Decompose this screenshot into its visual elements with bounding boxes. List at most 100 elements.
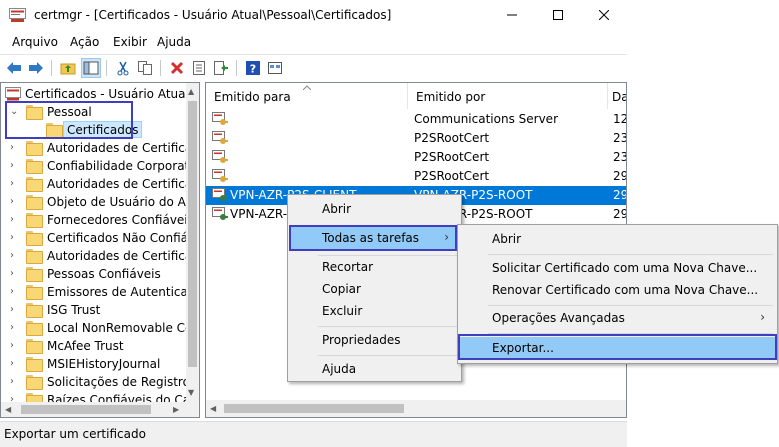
expand-icon[interactable]: › [10,358,20,370]
maximize-button[interactable] [535,0,581,30]
expand-icon[interactable]: › [10,376,20,388]
column-data[interactable]: Da [608,83,626,109]
cell-date: 23 [613,131,627,145]
minimize-button[interactable] [489,0,535,30]
scroll-left-icon[interactable]: ◀ [5,405,11,415]
context-menu-recortar[interactable]: Recortar [290,256,459,278]
context-menu-ajuda[interactable]: Ajuda [290,358,459,380]
table-row[interactable]: P2SRootCert 23 [206,129,626,148]
table-row[interactable]: Communications Server 12 [206,110,626,129]
tree-item-label: ISG Trust [47,303,101,317]
list-horizontal-scrollbar[interactable]: ◀ [206,400,626,417]
menu-arquivo[interactable]: Arquivo [12,35,58,49]
table-row[interactable]: P2SRootCert 29 [206,167,626,186]
cell-date: 29 [613,207,627,221]
menu-acao[interactable]: Ação [70,35,99,49]
expand-icon[interactable]: › [10,268,20,280]
tree-item[interactable]: › Autoridades de Certificação [1,175,199,193]
tree-vertical-scrollbar[interactable]: ▲ ▼ [186,83,199,402]
context-menu-excluir[interactable]: Excluir [290,300,459,322]
tree-item[interactable]: › Solicitações de Registro de [1,373,199,391]
callout-todas-as-tarefas [289,225,457,251]
folder-icon [26,159,43,174]
copy-icon [138,61,152,75]
folder-icon [26,357,43,372]
expand-icon[interactable]: › [10,178,20,190]
properties-icon [193,61,205,75]
close-icon [599,10,609,20]
expand-icon[interactable]: › [10,250,20,262]
tree-item[interactable]: › Confiabilidade Corporativa [1,157,199,175]
title-bar: certmgr - [Certificados - Usuário Atual\… [0,0,627,32]
scroll-up-icon[interactable]: ▲ [188,87,194,97]
expand-icon[interactable]: › [10,160,20,172]
delete-button[interactable] [167,58,187,78]
tree-item[interactable]: › Objeto de Usuário do Active [1,193,199,211]
forward-button[interactable] [26,58,46,78]
menu-item-label: Excluir [322,304,363,318]
tree-item[interactable]: › MSIEHistoryJournal [1,355,187,373]
submenu-operacoes-avancadas[interactable]: Operações Avançadas › [460,307,775,329]
submenu-solicitar-certificado[interactable]: Solicitar Certificado com uma Nova Chave… [460,257,775,279]
scroll-thumb[interactable] [224,404,404,413]
context-menu-propriedades[interactable]: Propriedades [290,329,459,351]
tree-item[interactable]: › Autoridades de Certificação [1,247,199,265]
scroll-thumb[interactable] [188,101,197,367]
tree-item[interactable]: › Local NonRemovable Cert [1,319,199,337]
submenu-renovar-certificado[interactable]: Renovar Certificado com uma Nova Chave..… [460,279,775,301]
folder-icon [26,267,43,282]
view-button[interactable] [265,58,285,78]
cut-button[interactable] [113,58,133,78]
certificate-key-icon [212,150,228,163]
tree-item[interactable]: › Emissores de Autenticação [1,283,199,301]
tree-item[interactable]: › Fornecedores Confiáveis [1,211,194,229]
tree-horizontal-scrollbar[interactable]: ◀ ▶ [1,402,199,417]
up-folder-button[interactable] [58,58,78,78]
view-icon [268,62,282,74]
tree-item[interactable]: › Autoridades de Certificação [1,139,199,157]
tree-item[interactable]: › McAfee Trust [1,337,187,355]
scroll-down-icon[interactable]: ▼ [188,388,194,398]
back-button[interactable] [4,58,24,78]
expand-icon[interactable]: › [10,214,20,226]
submenu-abrir[interactable]: Abrir [460,228,775,250]
cell-issued-by: P2SRootCert [414,169,490,183]
tree-item-label: Certificados Não Confiáveis [47,231,200,245]
expand-icon[interactable]: › [10,340,20,352]
expand-icon[interactable]: › [10,232,20,244]
folder-icon [26,141,43,156]
expand-icon[interactable]: › [10,322,20,334]
context-menu-copiar[interactable]: Copiar [290,278,459,300]
menu-exibir[interactable]: Exibir [113,35,147,49]
close-button[interactable] [581,0,627,30]
table-row[interactable]: P2SRootCert 23 [206,148,626,167]
scroll-right-icon[interactable]: ▶ [173,405,179,415]
context-menu: Abrir Todas as tarefas › Recortar Copiar … [287,194,462,382]
scroll-left-icon[interactable]: ◀ [210,404,216,414]
properties-button[interactable] [189,58,209,78]
expand-icon[interactable]: › [10,304,20,316]
expand-icon[interactable]: › [10,196,20,208]
status-text: Exportar um certificado [4,427,146,441]
cut-icon [117,61,129,76]
export-list-button[interactable] [211,58,231,78]
column-emitido-por[interactable]: Emitido por [408,83,608,109]
tree-root-label: Certificados - Usuário Atual [25,87,189,101]
expand-icon[interactable]: › [10,142,20,154]
folder-icon [26,231,43,246]
column-emitido-para[interactable]: Emitido para [206,83,408,109]
tree-item[interactable]: › ISG Trust [1,301,187,319]
scroll-thumb[interactable] [21,405,151,414]
expand-icon[interactable]: › [10,286,20,298]
tree-item-label: Pessoas Confiáveis [47,267,161,281]
context-menu-abrir[interactable]: Abrir [290,198,459,220]
folder-icon [26,213,43,228]
show-hide-tree-button[interactable] [81,58,101,78]
certmgr-app-icon [9,8,26,22]
tree-item[interactable]: › Pessoas Confiáveis [1,265,187,283]
tree-item[interactable]: › Certificados Não Confiáveis [1,229,199,247]
help-button[interactable]: ? [243,58,263,78]
tree-item-label: Autoridades de Certificação [47,177,200,191]
copy-button[interactable] [135,58,155,78]
menu-ajuda[interactable]: Ajuda [157,35,191,49]
